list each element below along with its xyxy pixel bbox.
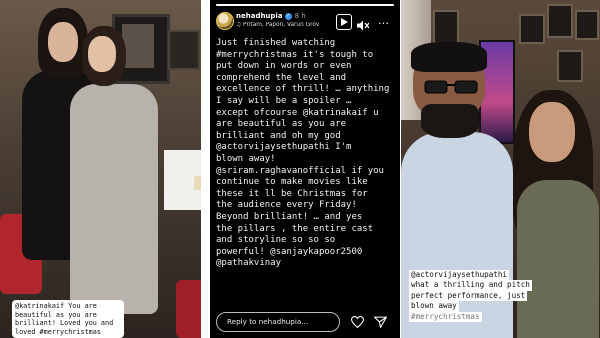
wall-frame (557, 50, 583, 82)
music-note-icon: ♫ (236, 22, 244, 28)
play-icon (341, 18, 348, 26)
wall-frame (433, 10, 459, 44)
person-grey-outfit (70, 84, 158, 314)
left-caption-line: @katrinakaif You are (15, 302, 97, 310)
right-photo-panel: @actorvijaysethupathi what a thrilling a… (401, 0, 600, 338)
heart-icon[interactable] (351, 316, 364, 328)
person-b-face (88, 36, 116, 72)
red-chair-right (176, 280, 201, 338)
wall-frame (547, 4, 573, 38)
left-caption-line: beautiful as you are (15, 310, 97, 319)
music-artists: Pritam, Papon, Varun Grov (243, 22, 320, 28)
more-options-button[interactable]: … (378, 14, 389, 27)
reply-placeholder: Reply to nehadhupia... (227, 317, 309, 326)
username-text[interactable]: nehadhupia (236, 12, 283, 20)
man-hair (411, 42, 487, 72)
right-caption: @actorvijaysethupathi what a thrilling a… (409, 270, 532, 323)
right-caption-line: what a thrilling and pitch (409, 280, 532, 291)
story-progress-bar (216, 4, 394, 6)
verified-badge-icon: ✓ (284, 12, 292, 20)
woman-face (529, 102, 575, 162)
send-icon[interactable] (374, 316, 387, 328)
left-caption-line: brilliant! Loved you and (15, 319, 114, 328)
man-beard (421, 104, 479, 138)
profile-avatar[interactable] (216, 12, 234, 30)
cup (194, 176, 201, 190)
glasses (424, 80, 478, 94)
reply-input[interactable]: Reply to nehadhupia... (216, 312, 340, 332)
wall-frame (519, 14, 545, 44)
person-a-face (48, 22, 78, 62)
instagram-story: nehadhupia ✓ 8 h ♫ Pritam, Papon, Varun Gr… (210, 0, 400, 338)
story-text: Just finished watching #merrychristmas i… (216, 38, 390, 269)
left-photo-panel: @katrinakaif You are beautiful as you ar… (0, 0, 201, 338)
play-button[interactable] (336, 14, 352, 30)
mute-icon (357, 20, 370, 31)
right-caption-line: #merrychristmas (409, 311, 482, 323)
music-info[interactable]: ♫ Pritam, Papon, Varun Grov (236, 22, 338, 28)
mute-button[interactable] (357, 16, 370, 35)
right-caption-line: @actorvijaysethupathi (409, 270, 510, 281)
right-caption-line: perfect performance, just (409, 290, 528, 302)
left-caption-line: loved #merrychristmas (15, 327, 101, 336)
right-caption-line: blown away (409, 301, 459, 312)
story-time: 8 h (294, 12, 306, 20)
left-caption: @katrinakaif You are beautiful as you ar… (12, 300, 124, 338)
wall-frame (575, 10, 599, 40)
more-icon: … (378, 14, 389, 27)
story-username[interactable]: nehadhupia ✓ 8 h (236, 12, 306, 20)
wall-picture (168, 30, 200, 70)
